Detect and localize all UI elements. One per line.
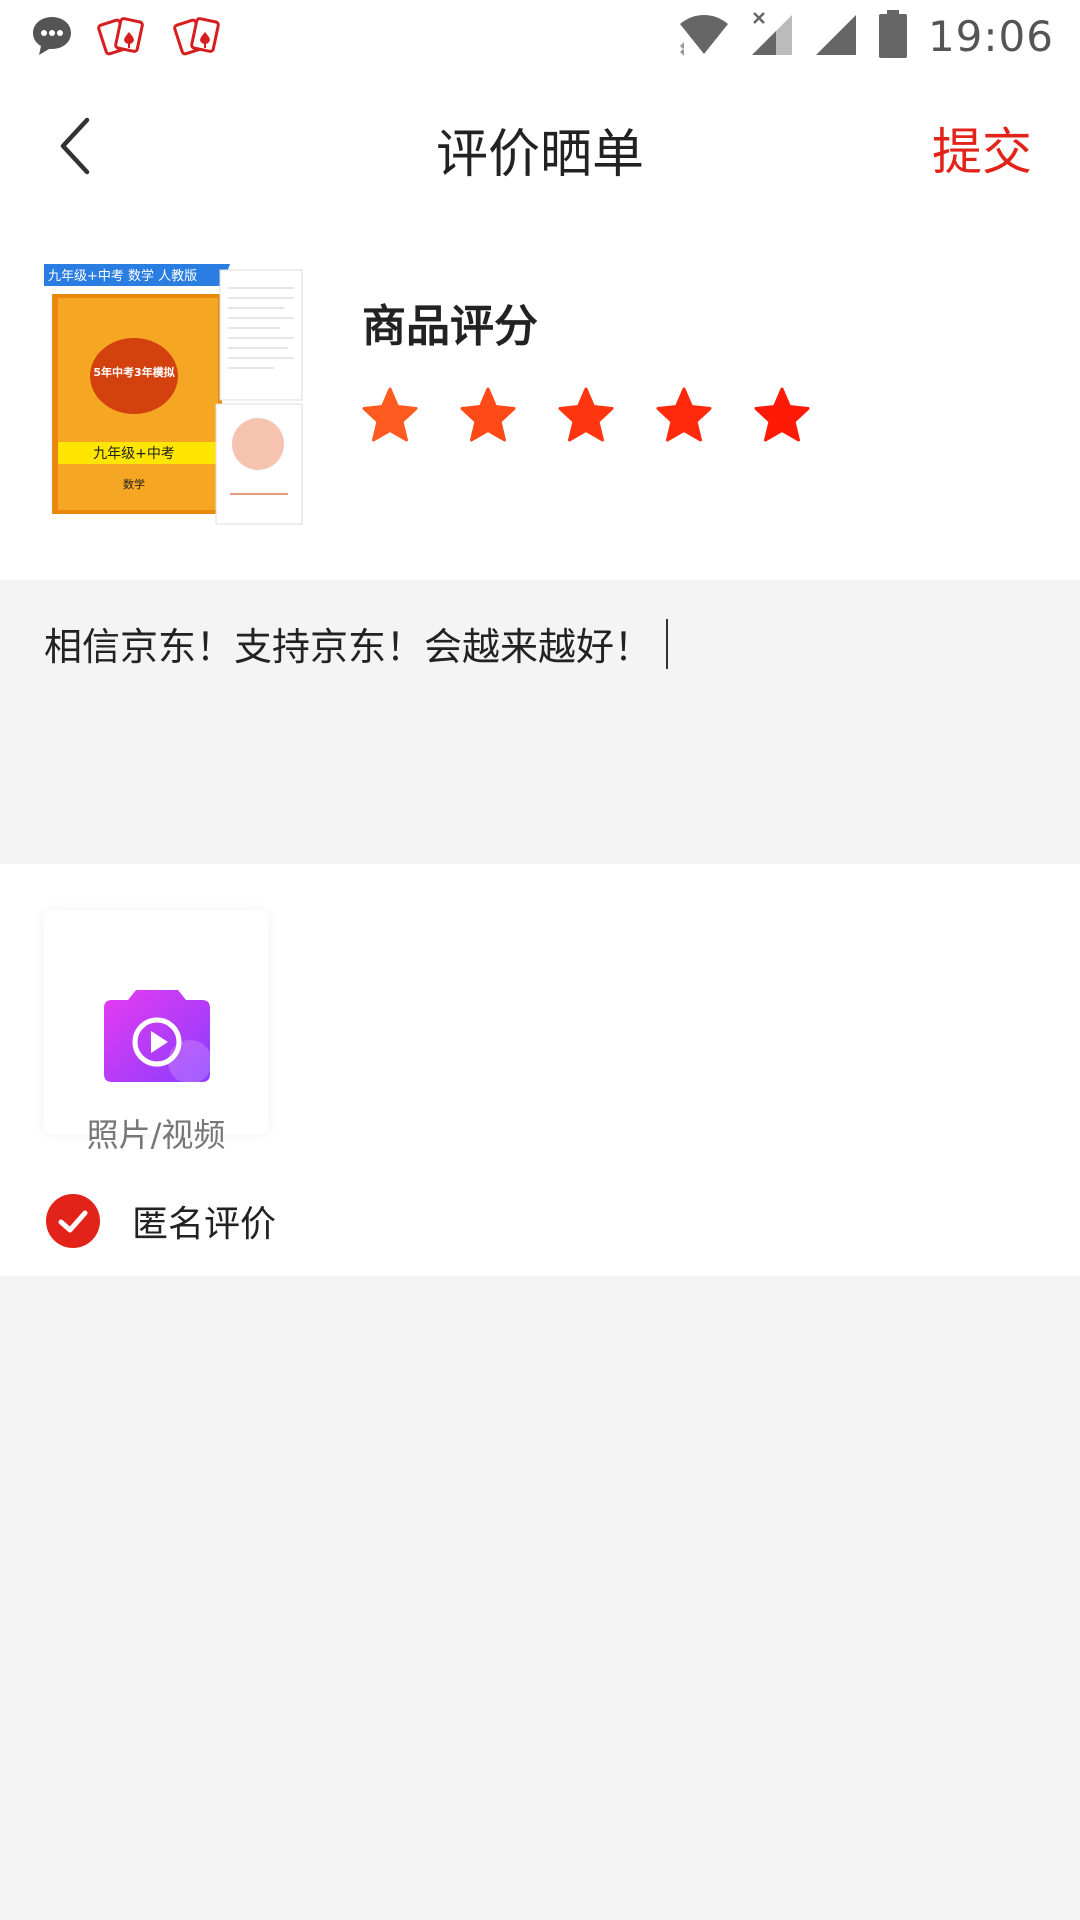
cover-brand-text: 5年中考3年模拟: [93, 365, 174, 379]
comment-text-wrap: 相信京东！支持京东！会越来越好！: [44, 616, 669, 671]
star-icon[interactable]: [752, 386, 812, 446]
star-icon[interactable]: [458, 386, 518, 446]
screen: 19:06 评价晒单 提交 九年级+中考 数学 人教版 5年中考3年模拟 九年级…: [0, 0, 1080, 1920]
status-bar: 19:06: [0, 0, 1080, 72]
page-title: 评价晒单: [435, 125, 644, 185]
poker-app-icon: [96, 14, 150, 62]
star-icon[interactable]: [654, 386, 714, 446]
cover-grade-text: 九年级+中考: [93, 446, 175, 462]
star-icon[interactable]: [556, 386, 616, 446]
cover-banner-text: 九年级+中考 数学 人教版: [48, 268, 197, 284]
anonymous-toggle[interactable]: 匿名评价: [46, 1194, 276, 1248]
star-icon[interactable]: [360, 386, 420, 446]
text-caret: [666, 618, 669, 669]
battery-icon: [878, 10, 908, 62]
comment-text: 相信京东！支持京东！会越来越好！: [44, 625, 653, 669]
media-section: 照片/视频 匿名评价: [0, 864, 1080, 1276]
status-bar-right: 19:06: [678, 10, 1054, 62]
upload-media-label: 照片/视频: [86, 1116, 226, 1154]
upload-media-button[interactable]: 照片/视频: [44, 910, 268, 1154]
wifi-icon: [678, 12, 730, 60]
poker-app-icon: [172, 14, 226, 62]
checkmark-icon: [46, 1194, 100, 1248]
signal-icon: [814, 11, 858, 61]
status-bar-left: [30, 14, 226, 62]
message-icon: [30, 14, 74, 62]
signal-icon: [750, 11, 794, 61]
header-bar: 评价晒单 提交: [0, 72, 1080, 220]
comment-textarea[interactable]: 相信京东！支持京东！会越来越好！: [0, 580, 1080, 864]
submit-button[interactable]: 提交: [932, 112, 1032, 184]
product-thumbnail[interactable]: 九年级+中考 数学 人教版 5年中考3年模拟 九年级+中考 数学: [44, 264, 304, 526]
cover-subject-text: 数学: [123, 477, 145, 491]
rating-title: 商品评分: [362, 301, 538, 352]
star-rating[interactable]: [360, 386, 812, 446]
status-time: 19:06: [927, 11, 1054, 61]
product-rating-section: 九年级+中考 数学 人教版 5年中考3年模拟 九年级+中考 数学 商品评分: [0, 220, 1080, 580]
camera-video-icon: [102, 986, 212, 1090]
anonymous-label: 匿名评价: [132, 1204, 277, 1245]
